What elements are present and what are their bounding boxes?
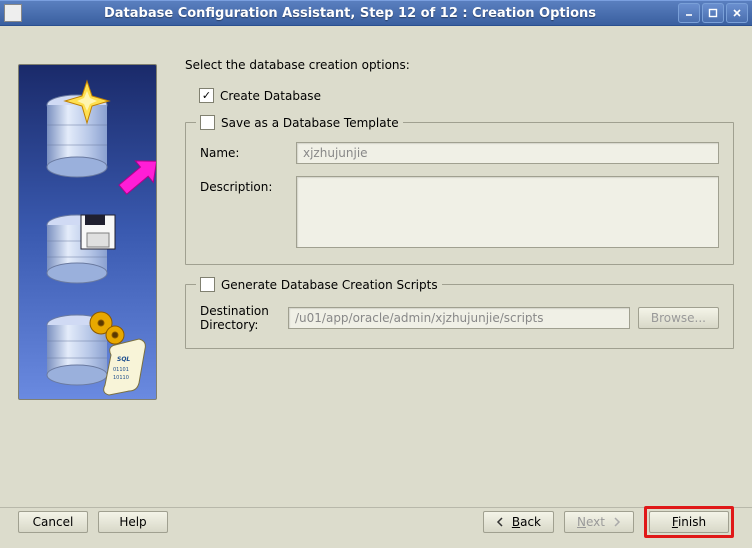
create-database-row: ✓ Create Database: [199, 88, 734, 103]
titlebar: Database Configuration Assistant, Step 1…: [0, 0, 752, 26]
save-template-label: Save as a Database Template: [221, 116, 399, 130]
generate-scripts-checkbox[interactable]: [200, 277, 215, 292]
svg-text:10110: 10110: [113, 375, 129, 381]
back-label-rest: ack: [520, 515, 541, 529]
maximize-button[interactable]: [702, 3, 724, 23]
intro-text: Select the database creation options:: [185, 58, 734, 72]
finish-button[interactable]: Finish: [649, 511, 729, 533]
next-button[interactable]: Next: [564, 511, 634, 533]
wizard-side-image: SQL 01101 10110: [18, 64, 157, 400]
template-name-input[interactable]: [296, 142, 719, 164]
template-desc-input[interactable]: [296, 176, 719, 248]
minimize-button[interactable]: [678, 3, 700, 23]
footer: Cancel Help Back Next Finish: [0, 508, 752, 548]
finish-label-rest: inish: [678, 515, 706, 529]
close-button[interactable]: [726, 3, 748, 23]
dest-dir-label: Destination Directory:: [200, 304, 280, 332]
svg-text:01101: 01101: [113, 367, 129, 373]
dest-dir-input[interactable]: [288, 307, 630, 329]
next-label-rest: ext: [586, 515, 605, 529]
main-column: Select the database creation options: ✓ …: [185, 58, 734, 501]
create-database-label: Create Database: [220, 89, 321, 103]
window-title: Database Configuration Assistant, Step 1…: [22, 6, 678, 21]
scripts-group: Generate Database Creation Scripts Desti…: [185, 277, 734, 349]
finish-highlight: Finish: [644, 506, 734, 538]
app-icon: [4, 4, 22, 22]
template-name-label: Name:: [200, 142, 288, 160]
svg-text:SQL: SQL: [117, 356, 130, 363]
chevron-left-icon: [496, 517, 506, 527]
generate-scripts-label: Generate Database Creation Scripts: [221, 278, 438, 292]
browse-button[interactable]: Browse...: [638, 307, 719, 329]
save-template-checkbox[interactable]: [200, 115, 215, 130]
cancel-button[interactable]: Cancel: [18, 511, 88, 533]
chevron-right-icon: [611, 517, 621, 527]
back-button[interactable]: Back: [483, 511, 554, 533]
content-area: SQL 01101 10110 Select the database crea…: [0, 26, 752, 508]
help-button[interactable]: Help: [98, 511, 168, 533]
window-buttons: [678, 3, 748, 23]
template-desc-label: Description:: [200, 176, 288, 194]
window: Database Configuration Assistant, Step 1…: [0, 0, 752, 548]
template-group: Save as a Database Template Name: Descri…: [185, 115, 734, 265]
create-database-checkbox[interactable]: ✓: [199, 88, 214, 103]
